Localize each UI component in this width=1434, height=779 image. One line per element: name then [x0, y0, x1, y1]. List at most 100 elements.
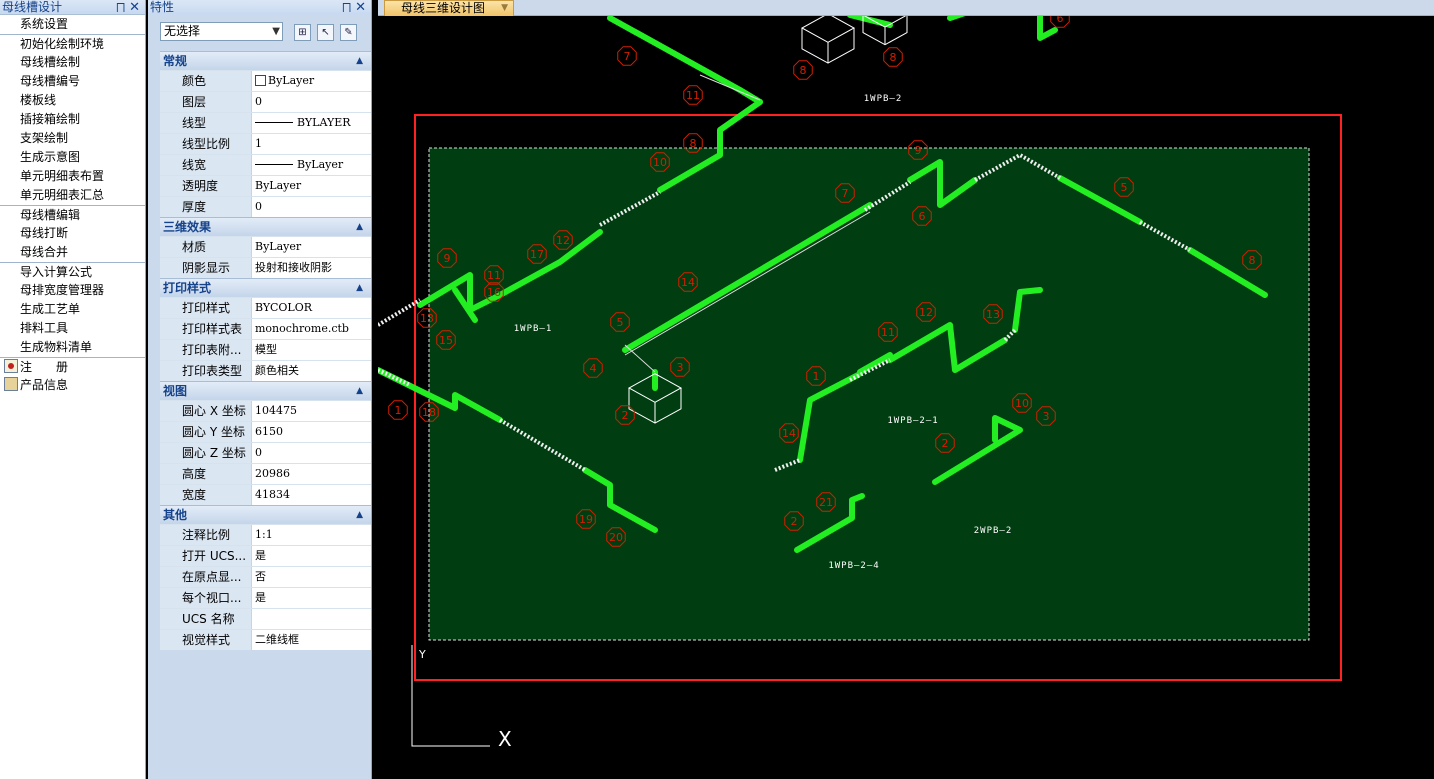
property-value[interactable]: 104475 [251, 401, 371, 421]
selection-dropdown[interactable]: 无选择 ▼ [160, 22, 283, 41]
property-row: 在原点显... 否 [160, 566, 371, 587]
property-value[interactable]: 0 [251, 443, 371, 463]
marker-number: 14 [782, 427, 796, 440]
menu-item[interactable]: 注 册 [0, 357, 145, 376]
left-panel-title: 母线槽设计 [2, 0, 63, 14]
menu-item[interactable]: 初始化绘制环境 [0, 34, 145, 53]
property-key: 材质 [160, 237, 251, 257]
menu-item[interactable]: 母线合并 [0, 243, 145, 262]
section-header[interactable]: 常规 ▲ [160, 51, 371, 70]
menu-item[interactable]: 母排宽度管理器 [0, 281, 145, 300]
property-value[interactable]: 6150 [251, 422, 371, 442]
property-value[interactable]: BYLAYER [251, 113, 371, 133]
menu-item[interactable]: 楼板线 [0, 91, 145, 110]
property-value[interactable]: ByLayer [251, 176, 371, 196]
property-value[interactable]: 0 [251, 197, 371, 217]
property-value[interactable]: monochrome.ctb [251, 319, 371, 339]
property-row: 高度 20986 [160, 463, 371, 484]
section-title: 常规 [163, 54, 188, 68]
property-value[interactable]: ByLayer [251, 71, 371, 91]
property-value-text: 0 [255, 200, 262, 213]
busbar-segment [847, 16, 893, 28]
menu-item[interactable]: 母线槽绘制 [0, 53, 145, 72]
menu-item-label: 母线合并 [20, 245, 69, 259]
pin-icon[interactable]: ⨅ [116, 0, 125, 15]
property-value[interactable]: 投射和接收阴影 [251, 258, 371, 278]
segment-label: 1WPB—2 [864, 94, 903, 104]
select-objects-button[interactable]: ↖ [317, 24, 334, 41]
menu-item[interactable]: 母线打断 [0, 224, 145, 243]
marker-number: 11 [487, 269, 501, 282]
property-value[interactable] [251, 609, 371, 629]
property-value[interactable]: 否 [251, 567, 371, 587]
property-value[interactable]: 是 [251, 588, 371, 608]
segment-label: 2WPB—2 [974, 526, 1013, 536]
menu-item-label: 母排宽度管理器 [20, 283, 105, 297]
menu-item[interactable]: 单元明细表汇总 [0, 186, 145, 205]
property-key: 视觉样式 [160, 630, 251, 650]
close-icon[interactable]: ✕ [129, 0, 140, 15]
quick-select-button[interactable]: ✎ [340, 24, 357, 41]
menu-item[interactable]: 生成工艺单 [0, 300, 145, 319]
collapse-icon[interactable]: ▲ [356, 382, 363, 401]
menu-item-label: 支架绘制 [20, 131, 69, 145]
property-value[interactable]: 0 [251, 92, 371, 112]
section-header[interactable]: 其他 ▲ [160, 505, 371, 524]
property-key: 在原点显... [160, 567, 251, 587]
close-icon[interactable]: ✕ [355, 0, 366, 15]
collapse-icon[interactable]: ▲ [356, 52, 363, 71]
property-value[interactable]: 1:1 [251, 525, 371, 545]
pin-icon[interactable]: ⨅ [342, 0, 351, 15]
marker-number: 8 [1249, 254, 1256, 267]
menu-item-label: 母线打断 [20, 226, 69, 240]
section-header[interactable]: 三维效果 ▲ [160, 217, 371, 236]
marker-number: 11 [686, 89, 700, 102]
document-tab-bar: 母线三维设计图 ▼ [378, 0, 1434, 16]
menu-item[interactable]: 母线槽编辑 [0, 205, 145, 224]
menu-item[interactable]: 单元明细表布置 [0, 167, 145, 186]
property-value[interactable]: 是 [251, 546, 371, 566]
property-value[interactable]: 20986 [251, 464, 371, 484]
marker-number: 4 [590, 362, 597, 375]
property-row: 宽度 41834 [160, 484, 371, 505]
menu-item[interactable]: 导入计算公式 [0, 262, 145, 281]
menu-item[interactable]: 产品信息 [0, 376, 145, 395]
ucs-x-label: X [498, 727, 512, 751]
collapse-icon[interactable]: ▲ [356, 279, 363, 298]
menu-item[interactable]: 支架绘制 [0, 129, 145, 148]
menu-item[interactable]: 排料工具 [0, 319, 145, 338]
menu-item[interactable]: 母线槽编号 [0, 72, 145, 91]
property-key: UCS 名称 [160, 609, 251, 629]
collapse-icon[interactable]: ▲ [356, 506, 363, 525]
property-value[interactable]: 41834 [251, 485, 371, 505]
property-value[interactable]: BYCOLOR [251, 298, 371, 318]
collapse-icon[interactable]: ▲ [356, 218, 363, 237]
property-key: 宽度 [160, 485, 251, 505]
property-value[interactable]: 颜色相关 [251, 361, 371, 381]
property-row: 阴影显示 投射和接收阴影 [160, 257, 371, 278]
marker-number: 14 [681, 276, 695, 289]
busbar-design-panel: 母线槽设计 ⨅ ✕ 系统设置 初始化绘制环境 母线槽绘制 母线槽编号 楼板线 插接箱绘制支… [0, 0, 146, 779]
property-row: 打开 UCS... 是 [160, 545, 371, 566]
marker-number: 8 [890, 51, 897, 64]
property-value[interactable]: 模型 [251, 340, 371, 360]
marker-number: 8 [690, 137, 697, 150]
toggle-pickadd-button[interactable]: ⊞ [294, 24, 311, 41]
section-header[interactable]: 打印样式 ▲ [160, 278, 371, 297]
section-header[interactable]: 视图 ▲ [160, 381, 371, 400]
menu-item[interactable]: 系统设置 [0, 15, 145, 34]
menu-item[interactable]: 生成物料清单 [0, 338, 145, 357]
pickadd-icon: ⊞ [298, 27, 307, 38]
tab-busbar-3d-drawing[interactable]: 母线三维设计图 ▼ [384, 0, 514, 16]
property-value[interactable]: 二维线框 [251, 630, 371, 650]
cad-canvas[interactable]: 781186891067 589 1712111613151454 3211112 13… [378, 16, 1434, 779]
property-value[interactable]: ByLayer [251, 155, 371, 175]
property-value[interactable]: 1 [251, 134, 371, 154]
chevron-down-icon[interactable]: ▼ [501, 1, 508, 15]
busbar-segment [1037, 16, 1058, 41]
menu-item[interactable]: 插接箱绘制 [0, 110, 145, 129]
drawing-area[interactable]: 母线三维设计图 ▼ 7 8 11 8 6 8 9 10 6 7 5 8 9 17 12 11 16 13 15 14 5… [378, 0, 1434, 779]
menu-item[interactable]: 生成示意图 [0, 148, 145, 167]
property-value[interactable]: ByLayer [251, 237, 371, 257]
register-icon [4, 359, 18, 373]
